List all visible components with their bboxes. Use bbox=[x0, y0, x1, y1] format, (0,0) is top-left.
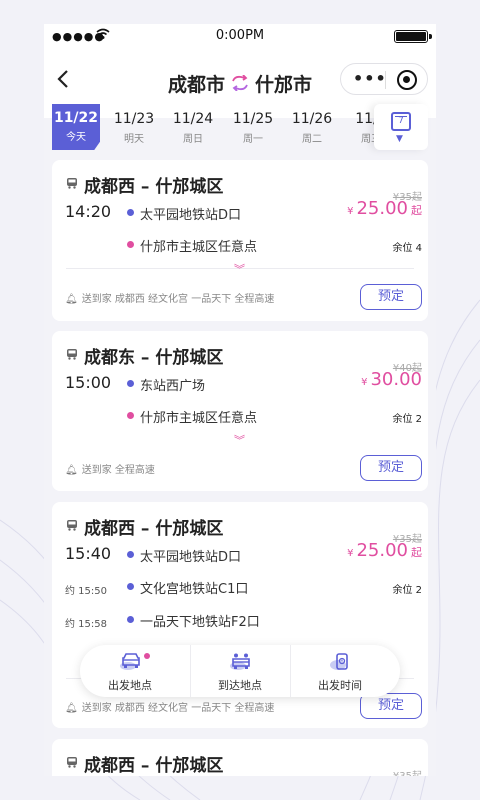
swap-icon[interactable] bbox=[231, 74, 249, 96]
price-value: 30.00 bbox=[370, 369, 422, 390]
departure-time: 15:40 bbox=[65, 544, 112, 563]
filter-arrival-place[interactable]: 到达地点 bbox=[190, 645, 290, 697]
app-screen: ●●●●● 0:00PM 成都市 什邡市 ••• 11/22 今天 11/23 … bbox=[44, 24, 436, 776]
seats-left: 余位 2 bbox=[392, 414, 422, 425]
seats-left: 余位 2 bbox=[392, 585, 422, 596]
stop-name: 一品天下地铁站F2口 bbox=[140, 615, 260, 630]
stop-name: 什邡市主城区任意点 bbox=[140, 411, 258, 426]
price-suffix: 起 bbox=[411, 546, 422, 559]
destination-city: 什邡市 bbox=[255, 74, 313, 96]
date-label: 11/22 bbox=[53, 110, 99, 126]
battery-icon bbox=[394, 30, 432, 43]
departure-time: 15:00 bbox=[65, 373, 112, 392]
price-value: 25.00 bbox=[356, 198, 408, 219]
board-dot-icon bbox=[127, 616, 134, 623]
seats-left: 余位 4 bbox=[392, 243, 422, 254]
book-button[interactable]: 预定 bbox=[360, 284, 422, 310]
board-dot-icon bbox=[127, 551, 134, 558]
trip-card[interactable]: 成都西 – 什邡城区 14:20 太平园地铁站D口 ¥35起 ¥25.00 起 什… bbox=[52, 160, 428, 321]
bell-icon: 🔔︎ bbox=[65, 465, 78, 476]
trip-tags: 🔔︎ 送到家 全程高速 bbox=[65, 461, 155, 476]
date-label: 11/23 bbox=[113, 111, 155, 127]
board-dot-icon bbox=[127, 380, 134, 387]
stop-eta: 约 15:50 bbox=[65, 586, 107, 597]
board-dot-icon bbox=[127, 209, 134, 216]
price-value: 25.00 bbox=[356, 540, 408, 561]
trip-tags: 🔔︎ 送到家 成都西 经文化宫 一品天下 全程高速 bbox=[65, 290, 274, 305]
route-title: 成都东 – 什邡城区 bbox=[84, 348, 224, 368]
stop-eta: 约 15:58 bbox=[65, 619, 107, 630]
close-miniprogram-icon[interactable] bbox=[397, 70, 417, 90]
trip-tags: 🔔︎ 送到家 成都西 经文化宫 一品天下 全程高速 bbox=[65, 699, 274, 714]
triangle-down-icon: ▼ bbox=[396, 134, 403, 144]
expand-chevron-icon[interactable]: ︾ bbox=[234, 432, 245, 448]
alight-dot-icon bbox=[127, 412, 134, 419]
currency-symbol: ¥ bbox=[347, 548, 354, 559]
filter-label: 出发时间 bbox=[318, 679, 362, 692]
capsule-divider bbox=[385, 71, 386, 89]
tags-text: 送到家 成都西 经文化宫 一品天下 全程高速 bbox=[81, 703, 275, 714]
date-label: 11/26 bbox=[291, 111, 333, 127]
stop-name: 太平园地铁站D口 bbox=[140, 550, 242, 565]
stop-name: 文化宫地铁站C1口 bbox=[140, 582, 249, 597]
price: ¥25.00 起 bbox=[347, 198, 422, 219]
filter-departure-time[interactable]: 出发时间 bbox=[290, 645, 390, 697]
weekday-label: 周二 bbox=[302, 134, 322, 145]
filter-label: 到达地点 bbox=[218, 679, 262, 692]
date-item[interactable]: 11/23 明天 bbox=[110, 104, 158, 145]
filter-bar: 出发地点 到达地点 出发时间 bbox=[80, 645, 400, 697]
calendar-icon: 7 bbox=[391, 112, 411, 131]
price: ¥30.00 bbox=[361, 369, 422, 390]
notification-dot bbox=[144, 653, 150, 659]
calendar-button[interactable]: 7 ▼ bbox=[374, 104, 428, 150]
filter-departure-place[interactable]: 出发地点 bbox=[80, 645, 180, 697]
date-item[interactable]: 11/24 周日 bbox=[169, 104, 217, 145]
currency-symbol: ¥ bbox=[347, 206, 354, 217]
date-item[interactable]: 11/25 周一 bbox=[229, 104, 277, 145]
currency-symbol: ¥ bbox=[361, 377, 368, 388]
date-item-selected[interactable]: 11/22 今天 bbox=[52, 104, 100, 150]
weekday-label: 今天 bbox=[66, 132, 86, 143]
board-dot-icon bbox=[127, 583, 134, 590]
car-people-icon bbox=[230, 653, 250, 670]
expand-chevron-icon[interactable]: ︾ bbox=[234, 261, 245, 277]
bus-icon bbox=[67, 757, 77, 768]
filter-label: 出发地点 bbox=[108, 679, 152, 692]
status-time: 0:00PM bbox=[215, 28, 265, 43]
date-label: 11/25 bbox=[232, 111, 274, 127]
book-button[interactable]: 预定 bbox=[360, 455, 422, 481]
bus-icon bbox=[67, 520, 77, 531]
weekday-label: 周一 bbox=[243, 134, 263, 145]
weekday-label: 周日 bbox=[183, 134, 203, 145]
car-front-icon bbox=[120, 653, 140, 670]
original-price: ¥35起 bbox=[393, 767, 422, 776]
mini-program-capsule: ••• bbox=[340, 63, 428, 95]
phone-clock-icon bbox=[330, 653, 348, 670]
alight-dot-icon bbox=[127, 241, 134, 248]
trip-card[interactable]: 成都西 – 什邡城区 ¥35起 bbox=[52, 739, 428, 776]
date-label: 11/24 bbox=[172, 111, 214, 127]
stop-name: 东站西广场 bbox=[140, 379, 206, 394]
departure-time: 14:20 bbox=[65, 202, 112, 221]
origin-city: 成都市 bbox=[167, 74, 225, 96]
price-suffix: 起 bbox=[411, 204, 422, 217]
status-bar: ●●●●● 0:00PM bbox=[44, 24, 436, 48]
bus-icon bbox=[67, 178, 77, 189]
route-title: 成都西 – 什邡城区 bbox=[84, 756, 224, 776]
trip-card[interactable]: 成都东 – 什邡城区 15:00 东站西广场 ¥40起 ¥30.00 什邡市主城… bbox=[52, 331, 428, 491]
stop-name: 太平园地铁站D口 bbox=[140, 208, 242, 223]
bus-icon bbox=[67, 349, 77, 360]
bell-icon: 🔔︎ bbox=[65, 294, 78, 305]
route-title: 成都西 – 什邡城区 bbox=[84, 519, 224, 539]
more-icon[interactable]: ••• bbox=[353, 69, 387, 88]
weekday-label: 明天 bbox=[124, 134, 144, 145]
tags-text: 送到家 成都西 经文化宫 一品天下 全程高速 bbox=[81, 294, 275, 305]
stop-name: 什邡市主城区任意点 bbox=[140, 240, 258, 255]
price: ¥25.00 起 bbox=[347, 540, 422, 561]
tags-text: 送到家 全程高速 bbox=[81, 465, 155, 476]
date-strip: 11/22 今天 11/23 明天 11/24 周日 11/25 周一 11/2… bbox=[44, 104, 436, 154]
route-title: 成都西 – 什邡城区 bbox=[84, 177, 224, 197]
bell-icon: 🔔︎ bbox=[65, 703, 78, 714]
date-item[interactable]: 11/26 周二 bbox=[288, 104, 336, 145]
